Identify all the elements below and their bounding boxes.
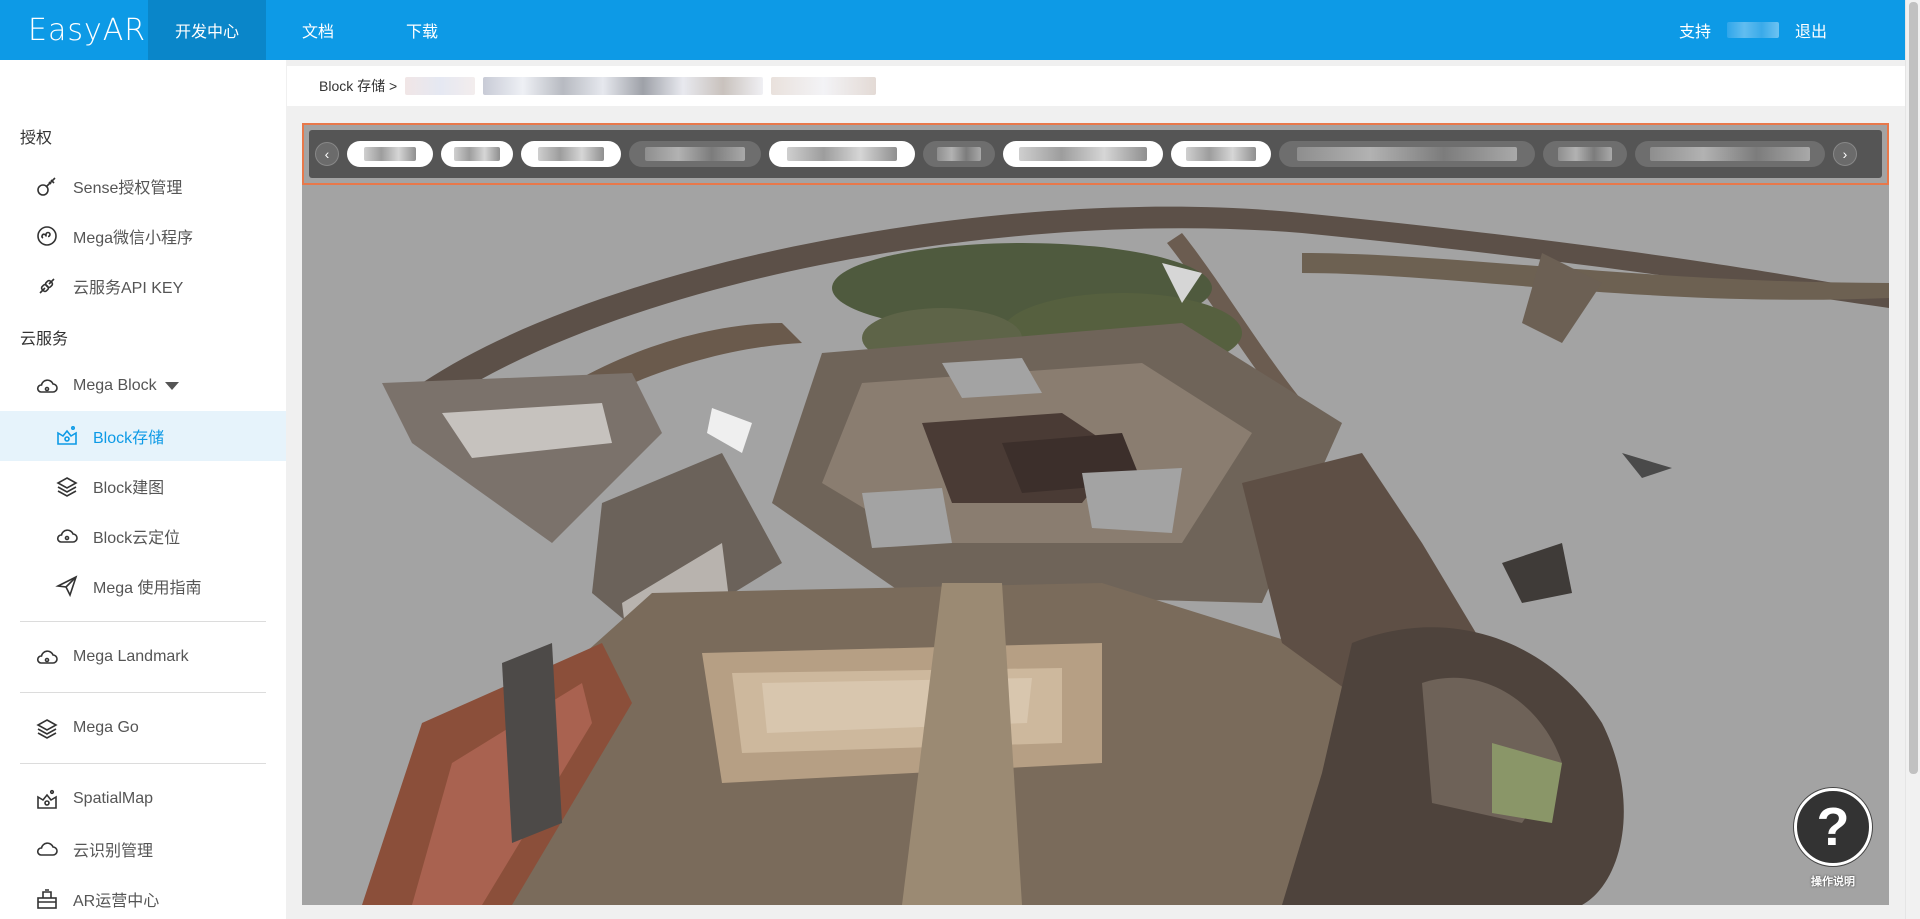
tag-blurred-text bbox=[364, 147, 416, 161]
layers-icon bbox=[53, 472, 81, 500]
logout-link[interactable]: 退出 bbox=[1795, 18, 1827, 42]
sidebar-item-sense-license[interactable]: Sense授权管理 bbox=[0, 161, 286, 211]
sense-license-icon bbox=[33, 172, 61, 200]
section-title-cloud: 云服务 bbox=[20, 331, 69, 348]
divider bbox=[20, 621, 266, 622]
breadcrumb: Block 存储 > bbox=[287, 66, 1905, 106]
breadcrumb-root[interactable]: Block 存储 > bbox=[319, 76, 397, 96]
username-blurred[interactable] bbox=[1726, 22, 1779, 38]
top-navigation-bar: EasyAR 开发中心 文档 下载 支持 退出 bbox=[0, 0, 1905, 60]
sidebar-item-mega-guide[interactable]: Mega 使用指南 bbox=[0, 561, 286, 611]
tag-blurred-text bbox=[787, 147, 897, 161]
page-scrollbar[interactable] bbox=[1905, 0, 1920, 919]
point-cloud-scene bbox=[302, 123, 1889, 905]
breadcrumb-blurred-segment bbox=[483, 77, 764, 95]
tag-blurred-text bbox=[1019, 147, 1147, 161]
nav-download[interactable]: 下载 bbox=[370, 0, 474, 60]
wechat-miniprogram-icon bbox=[33, 222, 61, 250]
sidebar-item-block-localization[interactable]: Block云定位 bbox=[0, 511, 286, 561]
divider bbox=[20, 692, 266, 693]
sidebar-item-label: Block建图 bbox=[93, 480, 165, 497]
sidebar-item-label: AR运营中心 bbox=[73, 893, 160, 910]
sidebar-item-mega-block[interactable]: Mega Block bbox=[0, 361, 286, 411]
tag-blurred-text bbox=[538, 147, 604, 161]
sidebar-item-label: Mega Go bbox=[73, 719, 139, 736]
tag-blurred-text bbox=[1186, 147, 1256, 161]
divider bbox=[20, 763, 266, 764]
sidebar-item-label: 云服务API KEY bbox=[73, 280, 184, 297]
support-link[interactable]: 支持 bbox=[1679, 18, 1711, 42]
sidebar-item-cloud-recognition[interactable]: 云识别管理 bbox=[0, 824, 286, 874]
model-switcher-highlight: ‹ › bbox=[302, 123, 1889, 185]
sidebar-item-label: Mega Block bbox=[73, 377, 157, 394]
sidebar-item-label: SpatialMap bbox=[73, 790, 154, 807]
breadcrumb-blurred-segment bbox=[771, 77, 877, 95]
chevron-left-icon[interactable]: ‹ bbox=[315, 142, 339, 166]
sidebar-item-api-key[interactable]: 云服务API KEY bbox=[0, 261, 286, 311]
sidebar-item-block-storage[interactable]: Block存储 bbox=[0, 411, 286, 461]
tag-blurred-text bbox=[1558, 147, 1612, 161]
model-tag[interactable] bbox=[1279, 141, 1535, 167]
sidebar-item-label: Block存储 bbox=[93, 430, 165, 447]
paper-plane-icon bbox=[53, 572, 81, 600]
tag-blurred-text bbox=[1297, 147, 1517, 161]
model-switcher-bar: ‹ › bbox=[309, 130, 1882, 178]
block-storage-icon bbox=[53, 422, 81, 450]
help-label[interactable]: 操作说明 bbox=[1800, 873, 1866, 889]
tag-blurred-text bbox=[937, 147, 981, 161]
model-tag[interactable] bbox=[1635, 141, 1825, 167]
operation-center-icon bbox=[33, 885, 61, 913]
easyar-logo[interactable]: EasyAR bbox=[0, 13, 148, 48]
nav-dev-center[interactable]: 开发中心 bbox=[148, 0, 266, 60]
sidebar-item-label: 云识别管理 bbox=[73, 843, 154, 860]
sidebar-item-label: Block云定位 bbox=[93, 530, 181, 547]
sidebar-item-label: Mega 使用指南 bbox=[93, 580, 202, 597]
model-tag[interactable] bbox=[1543, 141, 1627, 167]
cloud-recognition-icon bbox=[33, 835, 61, 863]
sidebar-item-ar-operation[interactable]: AR运营中心 bbox=[0, 874, 286, 919]
api-key-icon bbox=[33, 272, 61, 300]
3d-point-cloud-viewer[interactable] bbox=[302, 123, 1889, 905]
model-tag[interactable] bbox=[1171, 141, 1271, 167]
scrollbar-thumb[interactable] bbox=[1909, 2, 1918, 774]
sidebar-item-mega-landmark[interactable]: Mega Landmark bbox=[0, 632, 286, 682]
sidebar-item-spatialmap[interactable]: SpatialMap bbox=[0, 774, 286, 824]
question-mark-icon: ? bbox=[1816, 797, 1850, 857]
model-tag[interactable] bbox=[347, 141, 433, 167]
model-tag[interactable] bbox=[521, 141, 621, 167]
chevron-right-icon[interactable]: › bbox=[1833, 142, 1857, 166]
model-tag-selected[interactable] bbox=[769, 141, 915, 167]
breadcrumb-blurred-segment bbox=[405, 77, 476, 95]
spatial-map-icon bbox=[33, 785, 61, 813]
model-tag[interactable] bbox=[441, 141, 513, 167]
tag-blurred-text bbox=[454, 147, 500, 161]
sidebar-item-mega-go[interactable]: Mega Go bbox=[0, 703, 286, 753]
tag-blurred-text bbox=[645, 147, 745, 161]
sidebar-item-mega-wechat[interactable]: Mega微信小程序 bbox=[0, 211, 286, 261]
cloud-locate-icon bbox=[53, 522, 81, 550]
chevron-down-icon bbox=[164, 382, 179, 390]
sidebar-item-label: Mega Landmark bbox=[73, 648, 189, 665]
model-tag[interactable] bbox=[923, 141, 995, 167]
tag-blurred-text bbox=[1650, 147, 1810, 161]
nav-docs[interactable]: 文档 bbox=[266, 0, 370, 60]
sidebar-item-label: Mega微信小程序 bbox=[73, 230, 194, 247]
cloud-icon bbox=[33, 372, 61, 400]
top-right-actions: 支持 退出 bbox=[1679, 0, 1827, 60]
layers-icon bbox=[33, 714, 61, 742]
sidebar-item-label: Sense授权管理 bbox=[73, 180, 183, 197]
sidebar: 授权 Sense授权管理 Mega微信小程序 云服务API KEY 云服务 Me… bbox=[0, 60, 286, 919]
cloud-icon bbox=[33, 643, 61, 671]
sidebar-item-block-mapping[interactable]: Block建图 bbox=[0, 461, 286, 511]
help-button[interactable]: ? bbox=[1794, 788, 1872, 866]
model-tag[interactable] bbox=[1003, 141, 1163, 167]
model-tag[interactable] bbox=[629, 141, 761, 167]
section-title-auth: 授权 bbox=[20, 130, 53, 147]
